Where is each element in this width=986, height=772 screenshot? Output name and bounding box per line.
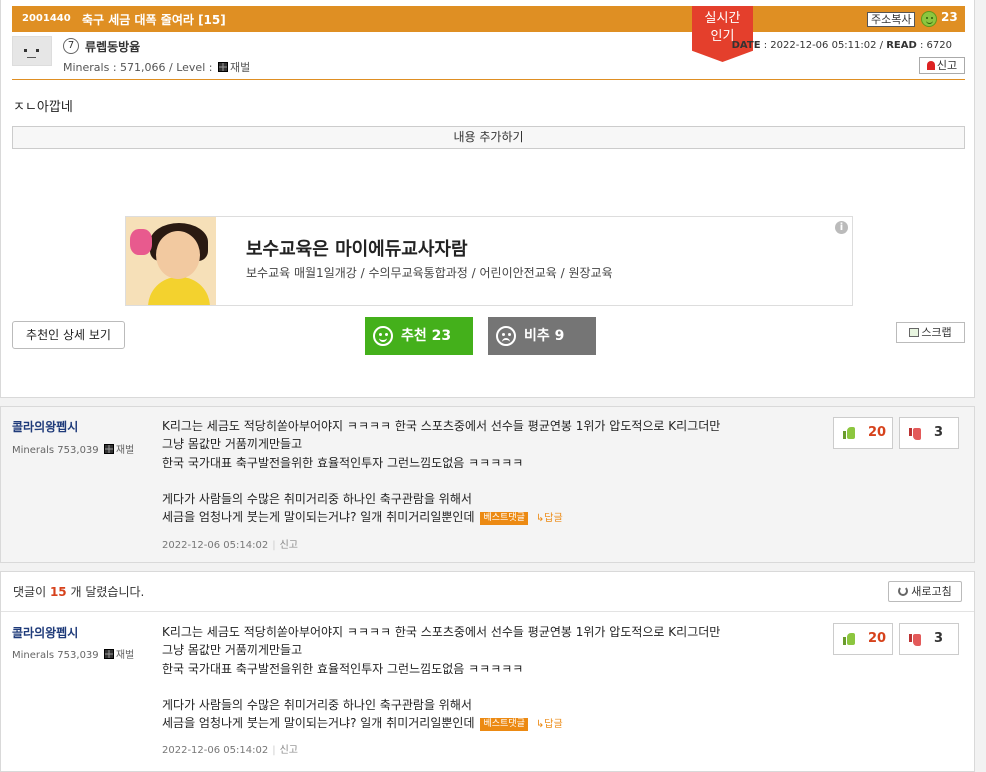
date-label: DATE: [731, 40, 761, 51]
scrap-icon: [909, 328, 920, 337]
comment-upvote-button[interactable]: 20: [833, 623, 893, 655]
post-body: ㅈㄴ아깝네: [13, 100, 73, 115]
post-meta: DATE : 2022-12-06 05:11:02 / READ : 6720: [731, 40, 952, 51]
refresh-label: 새로고침: [911, 585, 952, 598]
thumbs-up-icon: [843, 633, 856, 645]
post-title-bar: 2001440 축구 세금 대폭 줄여라 [15] 주소복사 23: [12, 6, 965, 32]
author-avatar[interactable]: [12, 36, 52, 66]
best-comment-box: 콜라의왕펩시 Minerals 753,039 재벌 K리그는 세금도 적당히쏟…: [0, 406, 975, 563]
post-likes-count: 23: [941, 10, 958, 24]
comment-body: K리그는 세금도 적당히쏟아부어야지 ㅋㅋㅋㅋ 한국 스포츠중에서 선수들 평균…: [162, 623, 802, 735]
minerals-label: Minerals : 571,066 / Level :: [63, 61, 213, 74]
comment-upvote-button[interactable]: 20: [833, 417, 893, 449]
sad-face-icon: [496, 326, 516, 346]
comment-level: 재벌: [115, 650, 135, 661]
comment-text: K리그는 세금도 적당히쏟아부어야지 ㅋㅋㅋㅋ 한국 스포츠중에서 선수들 평균…: [162, 419, 721, 525]
level-cube-icon: [103, 649, 114, 659]
downvote-count: 3: [934, 631, 944, 646]
report-button[interactable]: 신고: [919, 57, 965, 74]
post-container: 2001440 축구 세금 대폭 줄여라 [15] 주소복사 23 실시간 인기…: [0, 0, 975, 398]
copy-url-button[interactable]: 주소복사: [867, 12, 916, 27]
comment-item: 콜라의왕펩시 Minerals 753,039 재벌 K리그는 세금도 적당히쏟…: [1, 612, 974, 772]
level-name: 재벌: [229, 61, 251, 74]
comment-count-suffix: 개 달렸습니다.: [70, 585, 145, 599]
author-nickname[interactable]: 류렙동방윱: [85, 38, 140, 55]
comment-item: 콜라의왕펩시 Minerals 753,039 재벌 K리그는 세금도 적당히쏟…: [1, 407, 974, 562]
upvote-count: 20: [868, 631, 887, 646]
comments-section: 댓글이 15 개 달렸습니다. 새로고침 콜라의왕펩시 Minerals 753…: [0, 571, 975, 772]
best-comment-tag: 베스트댓글: [480, 718, 528, 732]
happy-face-icon: [373, 326, 393, 346]
oppose-label: 비추 9: [524, 328, 565, 344]
comment-minerals: Minerals 753,039 재벌: [12, 646, 134, 661]
thumbs-up-icon: [843, 427, 856, 439]
comment-count-prefix: 댓글이: [13, 585, 47, 599]
comment-downvote-button[interactable]: 3: [899, 417, 959, 449]
siren-icon: [926, 61, 935, 70]
ad-banner[interactable]: 보수교육은 마이에듀교사자람 보수교육 매월1일개강 / 수의무교육통합과정 /…: [125, 216, 853, 306]
comment-date: 2022-12-06 05:14:02: [162, 540, 269, 551]
thumbs-down-icon: [909, 634, 922, 646]
comment-date-row: 2022-12-06 05:14:02 | 신고: [162, 540, 298, 551]
report-label: 신고: [936, 59, 958, 72]
refresh-icon: [898, 586, 909, 596]
comment-downvote-button[interactable]: 3: [899, 623, 959, 655]
level-cube-icon: [103, 444, 114, 454]
scrap-button[interactable]: 스크랩: [896, 322, 965, 343]
add-content-button[interactable]: 내용 추가하기: [12, 126, 965, 149]
author-minerals: Minerals : 571,066 / Level : 재벌: [63, 59, 250, 75]
ad-image: [126, 217, 216, 305]
ad-info-icon[interactable]: i: [835, 221, 848, 234]
post-date: 2022-12-06 05:11:02: [770, 40, 877, 51]
read-label: READ: [886, 40, 917, 51]
comment-date: 2022-12-06 05:14:02: [162, 745, 269, 756]
comment-nickname[interactable]: 콜라의왕펩시: [12, 624, 78, 641]
level-cube-icon: [217, 62, 228, 72]
post-title: 축구 세금 대폭 줄여라 [15]: [82, 13, 226, 27]
recommend-button[interactable]: 추천 23: [365, 317, 473, 355]
comment-date-row: 2022-12-06 05:14:02 | 신고: [162, 745, 298, 756]
reply-link[interactable]: ↳답글: [536, 513, 563, 524]
ad-title[interactable]: 보수교육은 마이에듀교사자람: [246, 235, 468, 261]
post-read-count: 6720: [926, 40, 952, 51]
scrap-label: 스크랩: [921, 326, 952, 339]
comment-nickname[interactable]: 콜라의왕펩시: [12, 418, 78, 435]
upvote-count: 20: [868, 425, 887, 440]
comment-report-link[interactable]: 신고: [280, 745, 298, 756]
ad-description: 보수교육 매월1일개강 / 수의무교육통합과정 / 어린이안전교육 / 원장교육: [246, 266, 613, 280]
recommenders-detail-button[interactable]: 추천인 상세 보기: [12, 321, 125, 349]
thumbs-down-icon: [909, 428, 922, 440]
reply-link[interactable]: ↳답글: [536, 719, 563, 730]
comment-minerals-value: Minerals 753,039: [12, 445, 99, 456]
header-divider: [12, 79, 965, 80]
best-comment-tag: 베스트댓글: [480, 512, 528, 526]
comment-body: K리그는 세금도 적당히쏟아부어야지 ㅋㅋㅋㅋ 한국 스포츠중에서 선수들 평균…: [162, 417, 802, 529]
downvote-count: 3: [934, 425, 944, 440]
comment-count-number: 15: [49, 585, 67, 599]
recommend-label: 추천 23: [401, 328, 452, 344]
realtime-popular-badge: 실시간 인기: [692, 6, 753, 62]
comment-minerals-value: Minerals 753,039: [12, 650, 99, 661]
comment-count: 댓글이 15 개 달렸습니다.: [13, 583, 144, 600]
smile-icon: [921, 11, 937, 27]
post-id: 2001440: [22, 13, 71, 24]
comment-report-link[interactable]: 신고: [280, 540, 298, 551]
comment-level: 재벌: [115, 445, 135, 456]
comment-text: K리그는 세금도 적당히쏟아부어야지 ㅋㅋㅋㅋ 한국 스포츠중에서 선수들 평균…: [162, 625, 721, 731]
refresh-button[interactable]: 새로고침: [888, 581, 962, 602]
author-level-icon: 7: [63, 38, 79, 54]
oppose-button[interactable]: 비추 9: [488, 317, 596, 355]
comment-minerals: Minerals 753,039 재벌: [12, 441, 134, 456]
